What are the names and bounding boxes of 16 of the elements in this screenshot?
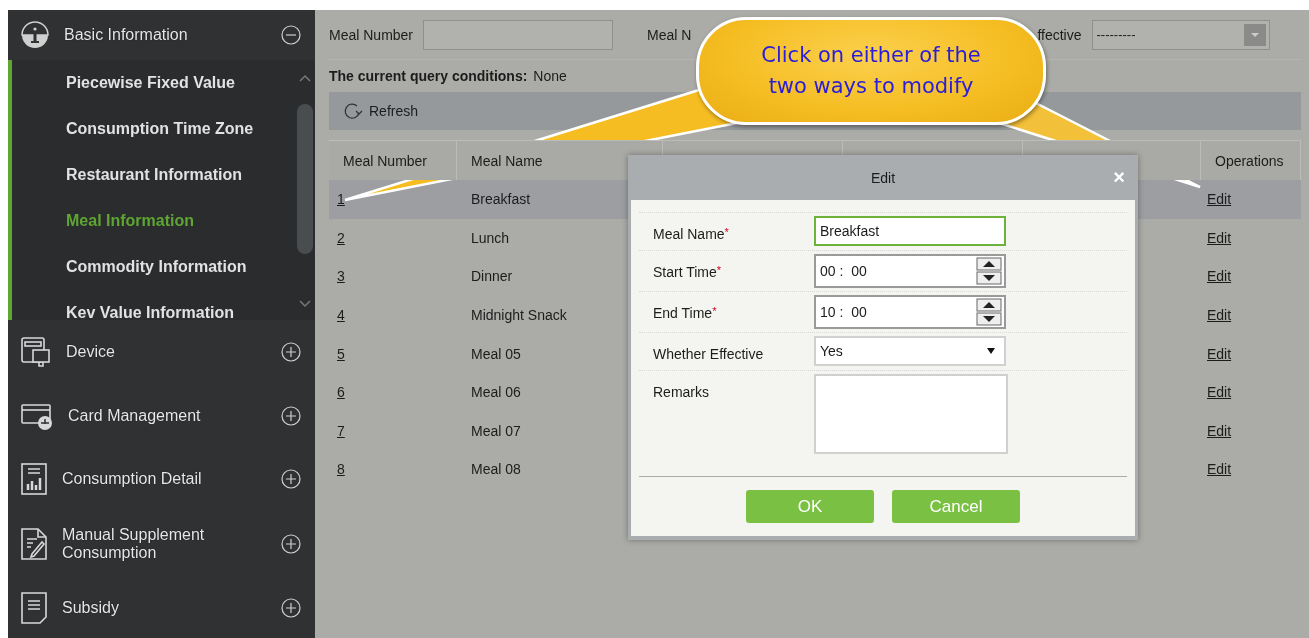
dialog-title: Edit xyxy=(870,169,896,186)
field-label: Start Time* xyxy=(652,263,723,282)
callout-text: Click on either of the two ways to modify xyxy=(761,42,981,100)
filter-label: Meal N xyxy=(647,26,692,43)
field-label: Meal Name* xyxy=(652,225,730,244)
table-cell-text: Meal 08 xyxy=(470,460,522,480)
table-cell-text: Breakfast xyxy=(470,190,532,210)
query-conditions: The current query conditions: None xyxy=(329,67,567,86)
field-label: End Time* xyxy=(652,304,718,323)
table-cell-text: Meal 07 xyxy=(470,421,522,441)
filter-label: Meal Number xyxy=(329,26,414,43)
field-label: Remarks xyxy=(652,383,710,402)
column-header: Meal Number xyxy=(329,140,457,180)
filter-label: ffective xyxy=(1037,26,1082,43)
column-header: Operations xyxy=(1201,140,1301,180)
field-label: Whether Effective xyxy=(652,345,765,364)
